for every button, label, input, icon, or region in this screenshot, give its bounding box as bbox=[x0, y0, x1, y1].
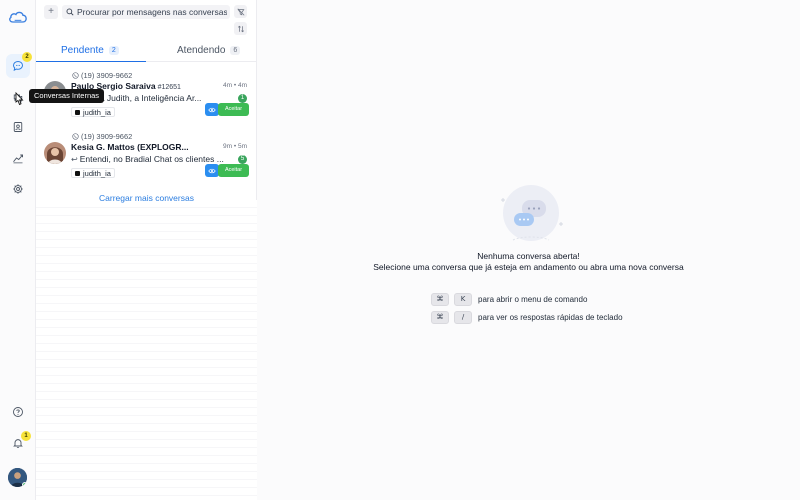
unread-count-badge: 5 bbox=[238, 155, 247, 164]
sort-button[interactable] bbox=[234, 22, 247, 35]
help-circle-icon bbox=[13, 407, 23, 417]
trend-chart-icon bbox=[13, 154, 23, 164]
message-preview: ↩ Entendi, no Bradial Chat os clientes .… bbox=[71, 154, 224, 164]
empty-state-title: Nenhuma conversa aberta! bbox=[477, 251, 580, 261]
tab-label: Atendendo bbox=[177, 44, 226, 56]
notifications-count-badge: 1 bbox=[21, 431, 31, 441]
tab-count: 6 bbox=[230, 45, 241, 55]
conversation-view: Nenhuma conversa aberta! Selecione uma c… bbox=[257, 0, 800, 500]
conversations-count-badge: 2 bbox=[22, 52, 32, 62]
conversation-time: 4m • 4m bbox=[223, 82, 247, 89]
reply-arrow-icon: ↩ bbox=[71, 154, 78, 164]
view-conversation-button[interactable] bbox=[205, 103, 219, 116]
shortcut-quick-replies: ⌘ / para ver os respostas rápidas de tec… bbox=[431, 310, 623, 324]
sort-arrows-icon bbox=[237, 25, 244, 32]
command-key: ⌘ bbox=[431, 292, 449, 306]
slash-key: / bbox=[454, 310, 472, 324]
tab-label: Pendente bbox=[61, 44, 104, 56]
search-box[interactable] bbox=[62, 5, 230, 19]
sidebar-item-reports[interactable] bbox=[6, 146, 30, 170]
tab-pending[interactable]: Pendente 2 bbox=[61, 38, 119, 62]
contact-card-icon bbox=[13, 122, 23, 132]
command-key: ⌘ bbox=[431, 310, 449, 324]
whatsapp-icon bbox=[72, 133, 79, 140]
gear-icon bbox=[13, 184, 23, 194]
conversation-item[interactable]: (19) 3909-9662 Kesia G. Mattos (EXPLOGR.… bbox=[44, 132, 249, 192]
contact-photo-icon bbox=[44, 142, 66, 164]
load-more-link[interactable]: Carregar mais conversas bbox=[36, 193, 257, 203]
unread-count-badge: 1 bbox=[238, 94, 247, 103]
list-toolbar: + bbox=[44, 5, 249, 35]
active-tab-indicator bbox=[36, 61, 146, 62]
tag-square-icon bbox=[75, 109, 80, 115]
agent-tag: judith_ia bbox=[71, 107, 115, 117]
accept-button[interactable]: Aceitar bbox=[218, 164, 249, 177]
tab-attending[interactable]: Atendendo 6 bbox=[177, 38, 241, 62]
shortcut-command-menu: ⌘ K para abrir o menu de comando bbox=[431, 292, 587, 306]
app-logo[interactable] bbox=[8, 10, 28, 24]
filter-button[interactable] bbox=[234, 5, 247, 18]
status-tabs: Pendente 2 Atendendo 6 bbox=[36, 38, 257, 62]
view-conversation-button[interactable] bbox=[205, 164, 219, 177]
mouse-pointer-icon bbox=[15, 92, 24, 106]
eye-icon bbox=[208, 168, 216, 173]
sidebar-rail: 2 1 bbox=[0, 0, 36, 500]
empty-state-subtitle: Selecione uma conversa que já esteja em … bbox=[373, 262, 684, 272]
cloud-logo-icon bbox=[9, 11, 27, 23]
tooltip: Conversas Internas bbox=[29, 89, 105, 103]
list-background bbox=[36, 200, 257, 500]
shortcut-description: para abrir o menu de comando bbox=[478, 294, 588, 304]
tag-square-icon bbox=[75, 170, 80, 176]
sidebar-item-settings[interactable] bbox=[6, 177, 30, 201]
contact-name: Kesia G. Mattos (EXPLOGR... bbox=[71, 142, 189, 152]
sidebar-item-help[interactable] bbox=[6, 400, 30, 424]
contact-avatar bbox=[44, 142, 66, 164]
chat-bubble-icon bbox=[13, 61, 23, 71]
conversation-id: #12651 bbox=[157, 84, 181, 91]
empty-chat-illustration-icon bbox=[501, 185, 563, 241]
online-status-dot bbox=[22, 482, 27, 487]
tab-count: 2 bbox=[108, 45, 119, 55]
eye-icon bbox=[208, 107, 216, 112]
whatsapp-icon bbox=[72, 72, 79, 79]
user-avatar[interactable] bbox=[8, 468, 27, 487]
search-icon bbox=[66, 8, 74, 16]
search-input[interactable] bbox=[77, 7, 227, 17]
conversation-list-panel: + Pendente 2 Atendendo bbox=[36, 0, 257, 500]
conversation-phone: (19) 3909-9662 bbox=[72, 132, 132, 141]
shortcut-description: para ver os respostas rápidas de teclado bbox=[478, 312, 623, 322]
agent-tag: judith_ia bbox=[71, 168, 115, 178]
new-conversation-button[interactable]: + bbox=[44, 5, 58, 19]
k-key: K bbox=[454, 292, 472, 306]
conversation-phone: (19) 3909-9662 bbox=[72, 71, 132, 80]
conversation-time: 9m • 5m bbox=[223, 143, 247, 150]
sidebar-item-contacts[interactable] bbox=[6, 115, 30, 139]
accept-button[interactable]: Aceitar bbox=[218, 103, 249, 116]
filter-off-icon bbox=[237, 8, 244, 15]
